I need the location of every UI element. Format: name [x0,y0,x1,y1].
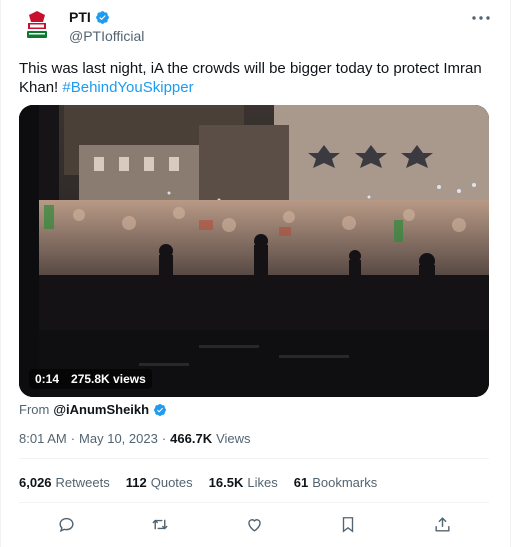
stat-retweets[interactable]: 6,026 Retweets [19,475,110,490]
share-icon[interactable] [431,513,453,535]
media-source: From @iAnumSheikh [19,402,167,417]
bookmark-icon[interactable] [337,513,359,535]
stat-label: Likes [247,475,278,490]
meta-separator: · [70,431,76,446]
source-user-link[interactable]: @iAnumSheikh [53,402,149,417]
views-label: Views [216,431,251,446]
stat-label: Bookmarks [312,475,378,490]
tweet-date[interactable]: May 10, 2023 [79,431,158,446]
video-views: 275.8K views [71,372,146,386]
video-player[interactable] [19,105,489,397]
tweet-card: PTI @PTIofficial This was last night, iA… [0,0,511,547]
stat-count: 16.5K [208,475,244,490]
tweet-time[interactable]: 8:01 AM [19,431,67,446]
stat-count: 112 [125,475,147,490]
meta-separator: · [161,431,167,446]
views-count: 466.7K [170,431,213,446]
like-icon[interactable] [243,513,265,535]
stat-count: 61 [293,475,309,490]
author-block: PTI @PTIofficial [69,9,144,44]
tweet-text: This was last night, iA the crowds will … [19,59,489,97]
author-display-name[interactable]: PTI [69,9,91,25]
hashtag-link[interactable]: #BehindYouSkipper [62,79,193,96]
from-label: From [19,402,50,417]
stat-quotes[interactable]: 112 Quotes [126,475,193,490]
video-info-badge: 0:14 275.8K views [29,369,152,389]
stat-label: Retweets [55,475,110,490]
reply-icon[interactable] [55,513,77,535]
source-verified-badge-icon [153,403,167,417]
stat-bookmarks[interactable]: 61 Bookmarks [294,475,378,490]
retweet-icon[interactable] [149,513,171,535]
stat-count: 6,026 [19,475,52,490]
divider [19,458,489,459]
stat-likes[interactable]: 16.5K Likes [209,475,278,490]
video-duration: 0:14 [35,372,60,386]
divider [19,502,489,503]
tweet-meta: 8:01 AM · May 10, 2023 · 466.7K Views [19,431,251,446]
author-username[interactable]: @PTIofficial [69,28,144,44]
action-bar [19,513,489,535]
more-options-icon[interactable] [470,10,492,26]
stat-label: Quotes [150,475,193,490]
verified-badge-icon [95,10,110,25]
pti-logo-icon[interactable] [19,8,55,44]
engagement-stats: 6,026 Retweets 112 Quotes 16.5K Likes 61 Boo… [19,475,377,490]
